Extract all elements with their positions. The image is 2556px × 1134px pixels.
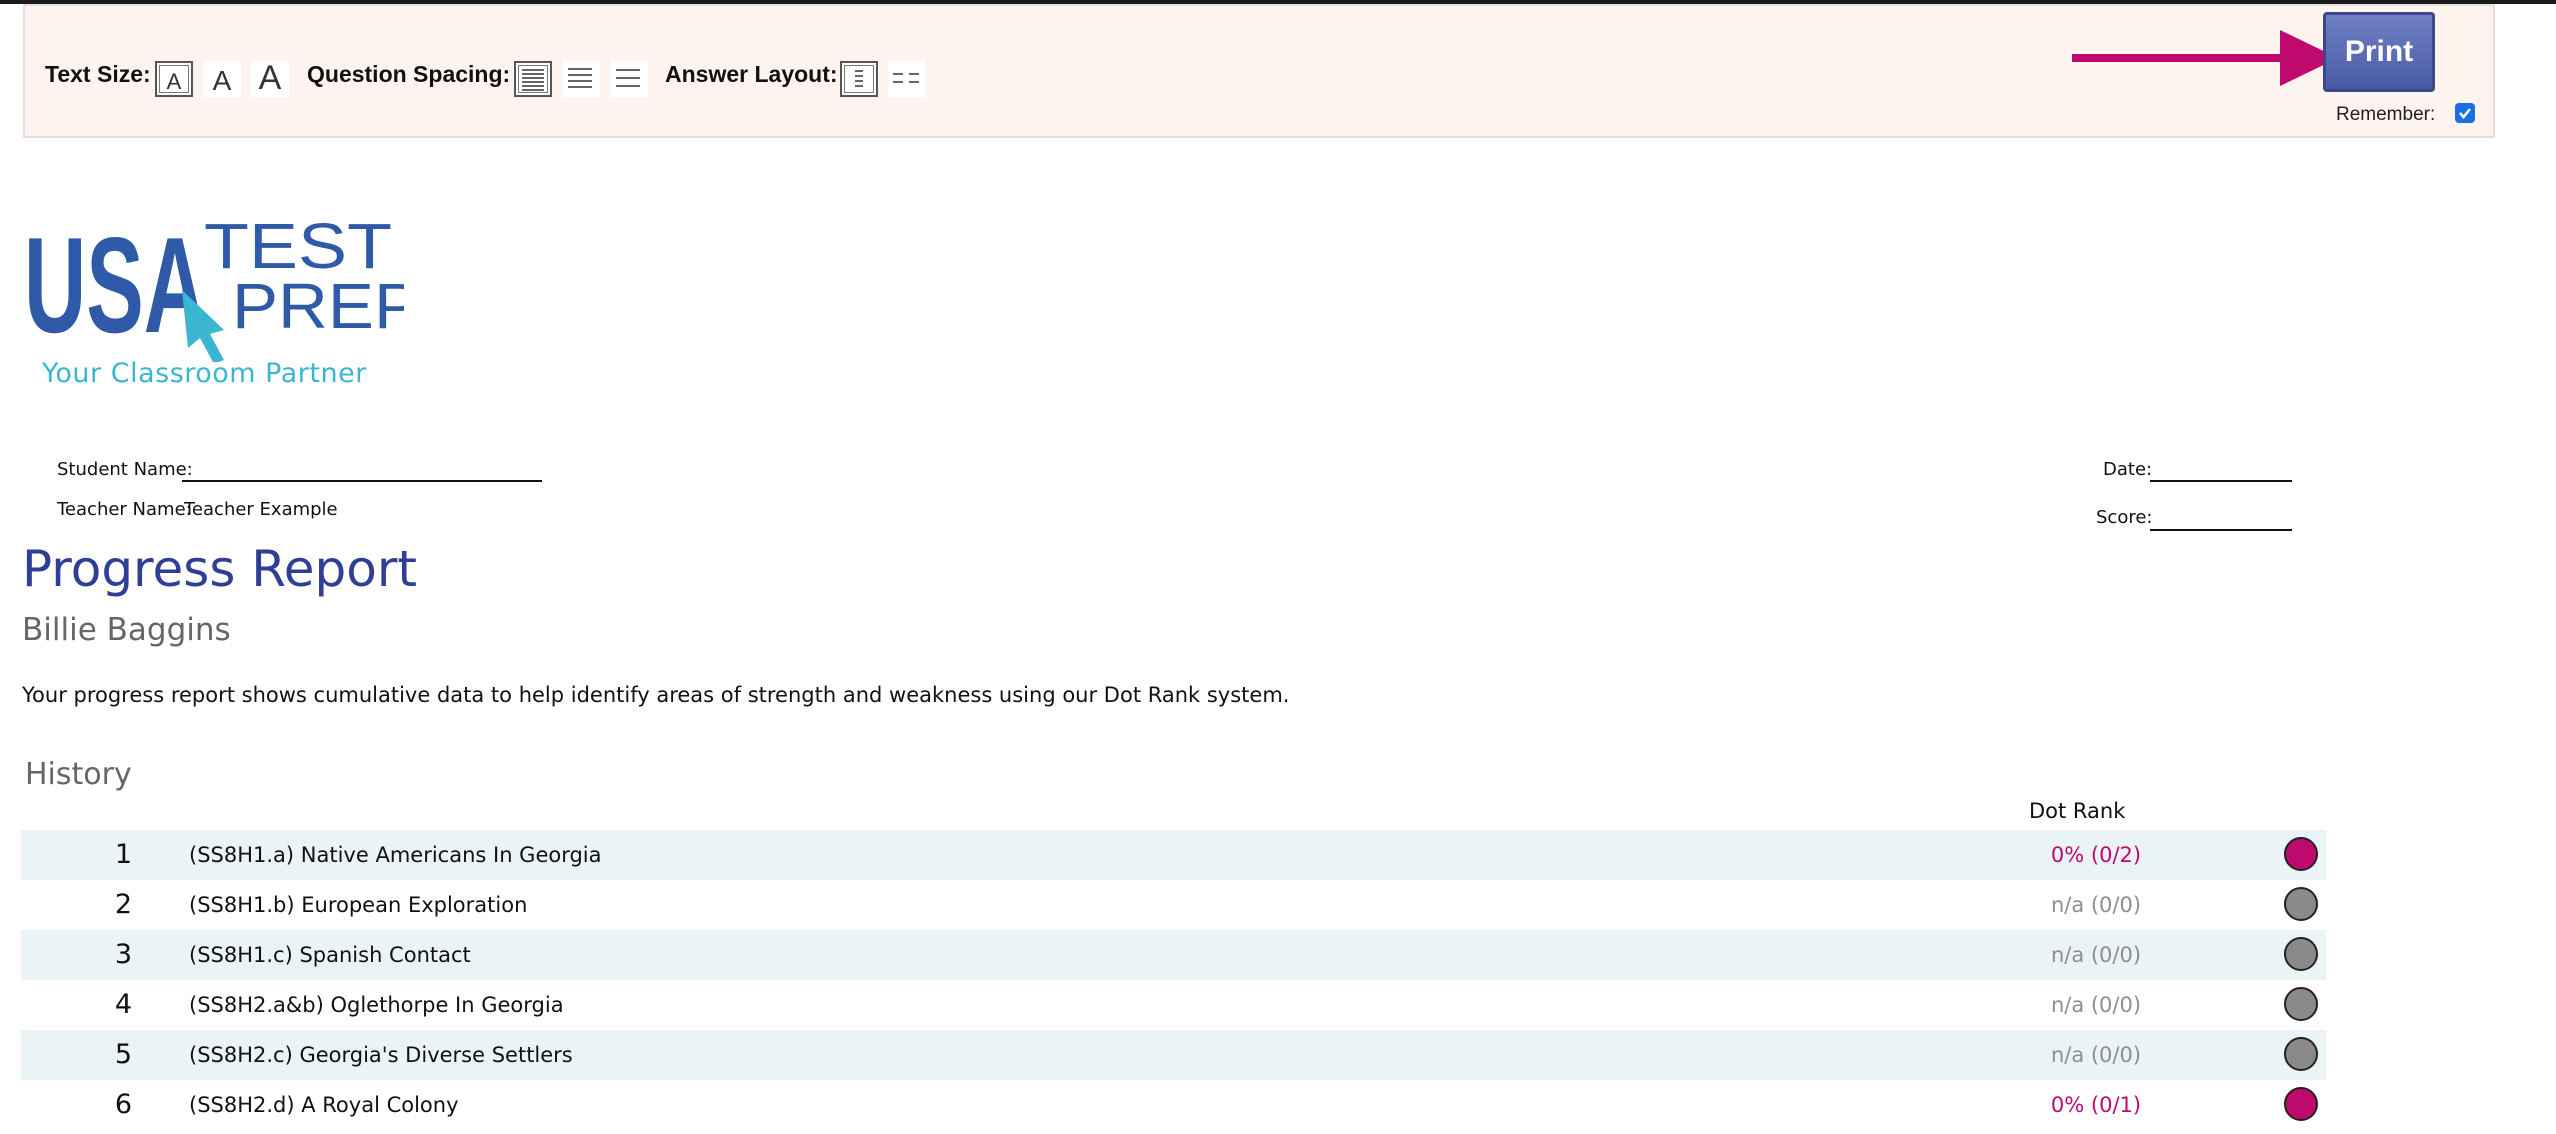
- report-description: Your progress report shows cumulative da…: [22, 683, 1290, 707]
- date-line: [2150, 480, 2292, 482]
- row-number: 5: [114, 1039, 133, 1070]
- row-number: 6: [114, 1089, 133, 1120]
- table-row: 4 (SS8H2.a&b) Oglethorpe In Georgia n/a …: [21, 980, 2326, 1030]
- row-number: 3: [114, 939, 133, 970]
- table-row: 3 (SS8H1.c) Spanish Contact n/a (0/0): [21, 930, 2326, 980]
- page-title: Progress Report: [22, 540, 418, 598]
- text-size-large-button[interactable]: A: [251, 61, 289, 97]
- answer-layout-grid-button[interactable]: [888, 61, 926, 97]
- table-row: 6 (SS8H2.d) A Royal Colony 0% (0/1): [21, 1080, 2326, 1130]
- text-size-medium-glyph: A: [212, 65, 232, 96]
- spacing-normal-button[interactable]: [562, 61, 600, 97]
- remember-checkbox[interactable]: [2455, 103, 2475, 123]
- logo-prep: PREP: [232, 270, 404, 342]
- spacing-wide-button[interactable]: [610, 61, 648, 97]
- dot-rank-indicator: [2284, 1087, 2318, 1121]
- dot-rank-header: Dot Rank: [2029, 799, 2126, 823]
- remember-label: Remember:: [2336, 104, 2436, 125]
- question-spacing-label: Question Spacing:: [307, 61, 511, 87]
- print-button[interactable]: Print: [2323, 12, 2435, 92]
- row-score: n/a (0/0): [2050, 1043, 2142, 1067]
- student-name-label: Student Name:: [57, 459, 193, 480]
- answer-layout-label: Answer Layout:: [665, 61, 838, 87]
- score-label: Score:: [2096, 507, 2153, 528]
- spacing-wide-icon: [616, 69, 640, 87]
- dot-rank-indicator: [2284, 837, 2318, 871]
- teacher-name-label: Teacher Name:: [57, 499, 192, 520]
- answer-layout-vertical-button[interactable]: [840, 61, 878, 97]
- text-size-small-button[interactable]: A: [155, 61, 193, 97]
- dot-rank-indicator: [2284, 1037, 2318, 1071]
- dot-rank-indicator: [2284, 887, 2318, 921]
- row-standard-name: (SS8H1.b) European Exploration: [189, 893, 528, 917]
- text-size-label: Text Size:: [45, 61, 151, 87]
- table-row: 5 (SS8H2.c) Georgia's Diverse Settlers n…: [21, 1030, 2326, 1080]
- dot-rank-indicator: [2284, 937, 2318, 971]
- row-standard-name: (SS8H1.c) Spanish Contact: [189, 943, 471, 967]
- text-size-large-glyph: A: [258, 59, 282, 97]
- logo-usa: USA: [24, 212, 206, 361]
- table-row: 1 (SS8H1.a) Native Americans In Georgia …: [21, 830, 2326, 880]
- answer-layout-grid-icon: [893, 73, 919, 83]
- text-size-medium-button[interactable]: A: [203, 61, 241, 97]
- section-title: History: [25, 757, 132, 792]
- row-standard-name: (SS8H2.d) A Royal Colony: [189, 1093, 459, 1117]
- student-name: Billie Baggins: [22, 612, 231, 648]
- teacher-name-value: Teacher Example: [184, 499, 338, 520]
- row-score: 0% (0/1): [2050, 1093, 2142, 1117]
- row-number: 2: [114, 889, 133, 920]
- spacing-compact-icon: [522, 69, 544, 91]
- table-row: 2 (SS8H1.b) European Exploration n/a (0/…: [21, 880, 2326, 930]
- row-score: 0% (0/2): [2050, 843, 2142, 867]
- score-line: [2150, 529, 2292, 531]
- row-number: 1: [114, 839, 133, 870]
- spacing-compact-button[interactable]: [514, 61, 552, 97]
- dot-rank-indicator: [2284, 987, 2318, 1021]
- row-score: n/a (0/0): [2050, 993, 2142, 1017]
- arrow-pointer-icon: [2072, 30, 2338, 86]
- row-number: 4: [114, 989, 133, 1020]
- usatestprep-logo: USA TEST PREP: [24, 212, 404, 362]
- logo-tagline: Your Classroom Partner: [42, 358, 367, 389]
- answer-layout-vertical-icon: [855, 70, 863, 87]
- text-size-small-glyph: A: [166, 69, 182, 94]
- row-score: n/a (0/0): [2050, 943, 2142, 967]
- row-standard-name: (SS8H2.c) Georgia's Diverse Settlers: [189, 1043, 573, 1067]
- row-standard-name: (SS8H1.a) Native Americans In Georgia: [189, 843, 602, 867]
- student-name-line: [182, 480, 542, 482]
- date-label: Date:: [2103, 459, 2153, 480]
- spacing-normal-icon: [568, 68, 592, 88]
- row-score: n/a (0/0): [2050, 893, 2142, 917]
- row-standard-name: (SS8H2.a&b) Oglethorpe In Georgia: [189, 993, 564, 1017]
- checkmark-icon: [2459, 108, 2471, 119]
